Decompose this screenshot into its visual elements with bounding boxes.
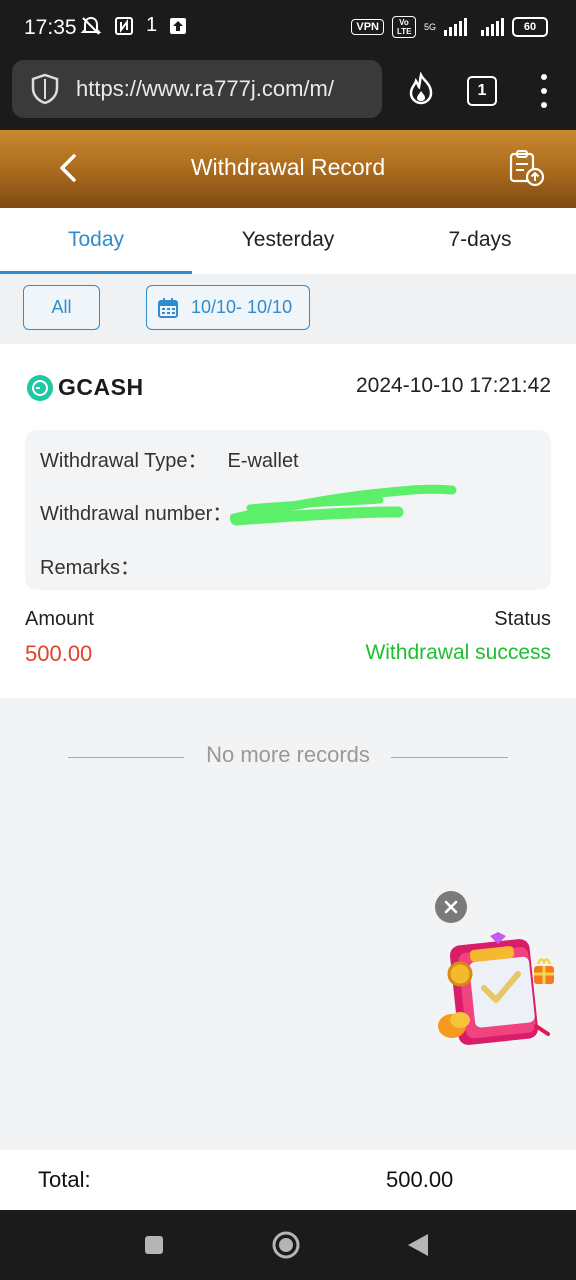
notification-count: 1 [146, 14, 158, 36]
notification-icons: 1 [80, 14, 187, 37]
calendar-icon [158, 297, 178, 318]
remarks-label: Remarks： [40, 557, 141, 579]
amount-label: Amount [25, 608, 94, 630]
shield-icon[interactable] [28, 72, 62, 106]
network-type: 5G [423, 22, 436, 32]
flame-icon[interactable] [404, 72, 438, 106]
close-icon[interactable] [435, 891, 467, 923]
address-bar[interactable]: https://www.ra777j.com/m/ [12, 60, 382, 118]
withdrawal-type-label: Withdrawal Type： [40, 450, 208, 472]
withdrawal-type-row: Withdrawal Type： E-wallet [40, 444, 299, 473]
mute-bell-icon [80, 16, 102, 35]
nfc-icon [115, 16, 133, 35]
total-value: 500.00 [386, 1167, 454, 1192]
list-end-indicator: No more records [0, 740, 576, 774]
browser-toolbar: https://www.ra777j.com/m/ 1 [0, 58, 576, 130]
system-indicators: VPN Vo LTE 5G 60 [351, 16, 548, 38]
tab-7-days[interactable]: 7-days [384, 208, 576, 274]
battery-icon: 60 [512, 17, 548, 37]
clipboard-upload-icon[interactable] [506, 148, 546, 188]
more-menu-icon[interactable] [532, 74, 556, 108]
divider-right [391, 757, 508, 758]
recents-button[interactable] [145, 1236, 163, 1254]
promo-gift-icon[interactable] [436, 930, 560, 1050]
remarks-row: Remarks： [40, 551, 160, 580]
status-label: Status [494, 608, 551, 630]
url-text[interactable]: https://www.ra777j.com/m/ [76, 76, 366, 102]
system-status-bar: 17:35 1 VPN Vo LTE 5G 60 [0, 0, 576, 58]
status-value: Withdrawal success [365, 641, 551, 664]
date-tabs: Today Yesterday 7-days [0, 208, 576, 274]
date-range-text: 10/10- 10/10 [191, 297, 293, 317]
tab-today[interactable]: Today [0, 208, 192, 274]
gcash-logo-icon [27, 374, 53, 401]
withdrawal-type-value: E-wallet [227, 450, 299, 472]
vpn-badge: VPN [351, 19, 384, 35]
filter-row: All 10/10- 10/10 [0, 274, 576, 344]
volte-badge: Vo LTE [391, 16, 416, 38]
page-title: Withdrawal Record [190, 154, 386, 180]
total-label: Total: [38, 1167, 91, 1192]
back-button[interactable] [406, 1232, 430, 1258]
signal-strength-icon-2 [481, 18, 504, 36]
home-button[interactable] [271, 1230, 301, 1260]
redaction-scribble [230, 484, 457, 526]
withdrawal-number-label: Withdrawal number： [40, 503, 233, 525]
tab-switcher-button[interactable]: 1 [467, 76, 497, 106]
page-header: Withdrawal Record [0, 130, 576, 208]
date-range-button[interactable]: 10/10- 10/10 [146, 285, 310, 330]
system-navigation-bar [0, 1210, 576, 1280]
clock-time: 17:35 [24, 16, 77, 39]
signal-strength-icon [444, 18, 467, 36]
payment-method-name: GCASH [58, 374, 144, 400]
record-datetime: 2024-10-10 17:21:42 [356, 374, 551, 397]
filter-all-button[interactable]: All [23, 285, 100, 330]
tab-yesterday[interactable]: Yesterday [192, 208, 384, 274]
amount-value: 500.00 [25, 641, 93, 666]
no-more-records-text: No more records [206, 742, 370, 767]
upload-icon [170, 17, 187, 34]
payment-method: GCASH [27, 374, 144, 401]
total-bar: Total: 500.00 [0, 1150, 576, 1210]
